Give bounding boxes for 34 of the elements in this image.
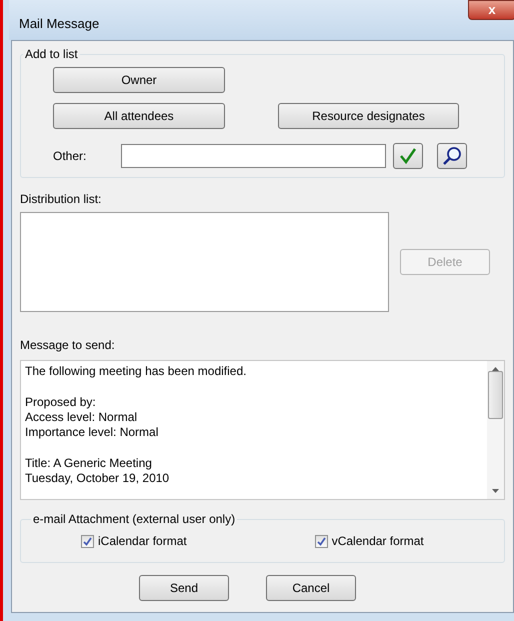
message-line: Access level: Normal — [25, 410, 138, 425]
attendees-button[interactable]: All attendees — [53, 103, 225, 129]
down-arrow-icon — [492, 489, 499, 493]
confirm-button[interactable] — [393, 143, 423, 169]
group-title: Add to list — [24, 46, 79, 63]
up-arrow-icon — [492, 367, 499, 371]
checkbox[interactable] — [81, 534, 94, 548]
resource-button[interactable]: Resource designates — [278, 103, 459, 129]
checkmark-icon — [399, 147, 417, 165]
owner-button[interactable]: Owner — [53, 67, 225, 93]
message-line: The following meeting has been modified. — [25, 364, 248, 379]
group-title: e-mail Attachment (external user only) — [32, 511, 236, 528]
message-line: Importance level: Normal — [25, 425, 160, 440]
checkmark-icon — [316, 536, 326, 546]
checkmark-icon — [83, 536, 92, 546]
message-line: Tuesday, October 19, 2010 — [25, 471, 170, 486]
checkbox-label: iCalendar format — [98, 533, 187, 550]
distribution-label: Distribution list: — [20, 191, 102, 208]
message-line: Proposed by: — [25, 395, 97, 410]
other-field[interactable] — [121, 144, 386, 168]
other-label: Other: — [53, 148, 88, 165]
message-box[interactable]: The following meeting has been modified. Proposed by: Access level: Normal Importance level: Normal Title: A Generic Meeting Tuesday, October 19, 2010 — [20, 360, 505, 500]
window-title: Mail Message — [19, 15, 100, 33]
cancel-button[interactable]: Cancel — [266, 575, 356, 601]
scrollbar-thumb[interactable] — [488, 371, 503, 419]
scrollbar[interactable] — [487, 361, 504, 499]
send-button[interactable]: Send — [139, 575, 229, 601]
checkbox[interactable] — [314, 534, 328, 548]
search-button[interactable] — [437, 143, 467, 169]
checkbox-label: vCalendar format — [332, 533, 424, 550]
distribution-list[interactable] — [20, 212, 389, 312]
search-icon — [442, 146, 462, 166]
message-line: Title: A Generic Meeting — [25, 456, 153, 471]
message-label: Message to send: — [20, 337, 116, 354]
